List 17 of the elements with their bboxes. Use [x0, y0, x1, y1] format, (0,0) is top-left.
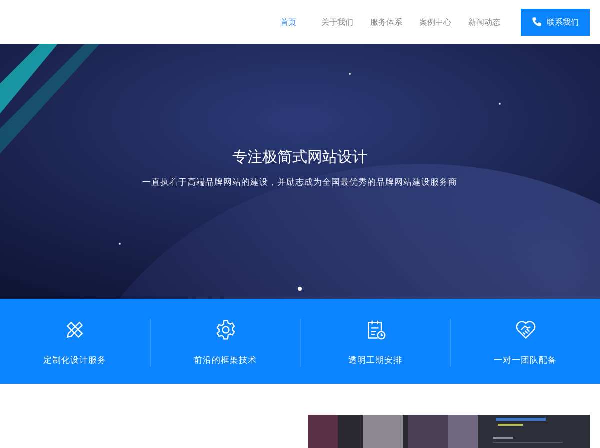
phone-icon [532, 17, 542, 27]
feature-label: 前沿的框架技术 [194, 355, 257, 367]
feature-label: 透明工期安排 [348, 355, 402, 367]
nav-link[interactable]: 案例中心 [411, 16, 460, 28]
nav-link[interactable]: 首页 [264, 16, 313, 28]
carousel-dot[interactable] [298, 287, 302, 291]
nav-link[interactable]: 新闻动态 [460, 16, 509, 28]
pencil-ruler-icon [64, 319, 86, 341]
feature-label: 一对一团队配备 [494, 355, 557, 367]
heart-handshake-icon [514, 319, 536, 341]
nav-link[interactable]: 关于我们 [313, 16, 362, 28]
hero-title: 专注极简式网站设计 [232, 148, 368, 167]
hero-subtitle: 一直执着于高端品牌网站的建设，并励志成为全国最优秀的品牌网站建设服务商 [142, 177, 458, 189]
gear-icon [214, 319, 236, 341]
feature-label: 定制化设计服务 [44, 355, 106, 367]
nav-link[interactable]: 服务体系 [362, 16, 411, 28]
contact-button[interactable]: 联系我们 [521, 8, 590, 36]
